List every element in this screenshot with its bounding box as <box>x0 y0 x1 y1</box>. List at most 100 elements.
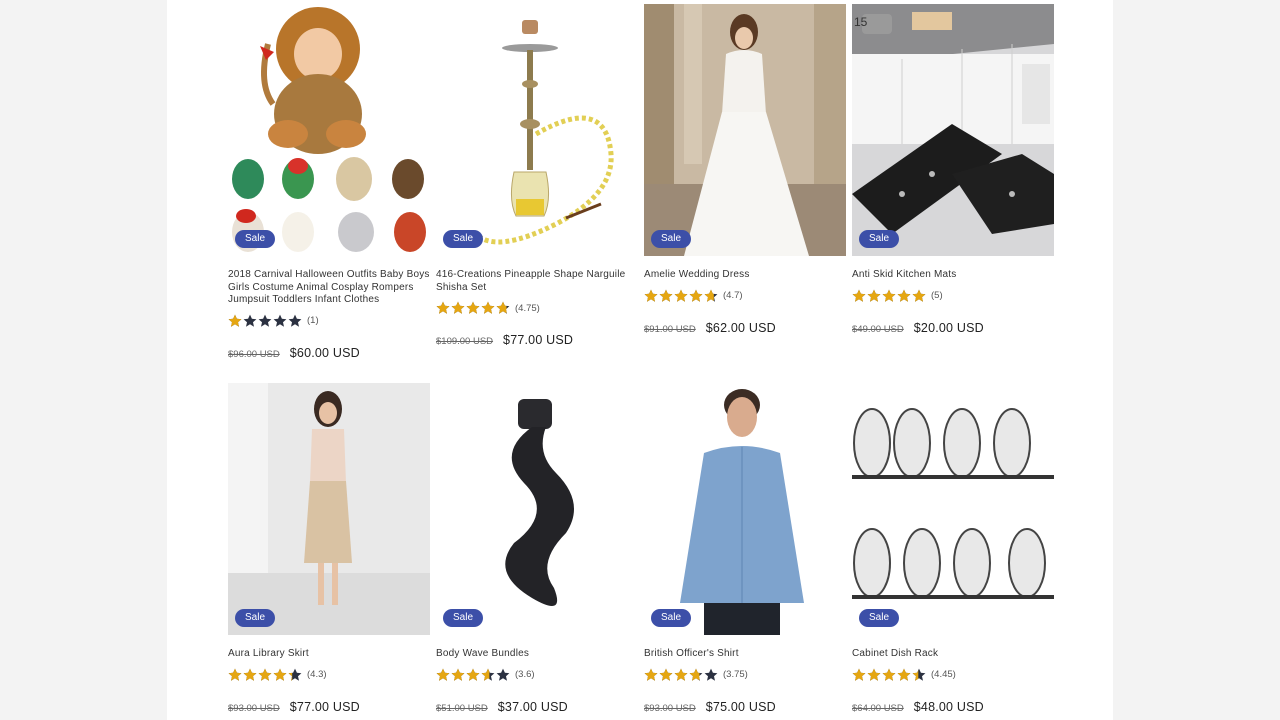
compare-at-price: $51.00 USD <box>436 702 488 714</box>
sale-badge: Sale <box>443 609 484 627</box>
product-rating: (1) <box>228 312 430 330</box>
compare-at-price: $109.00 USD <box>436 336 494 347</box>
product-prices: $49.00 USD $20.00 USD <box>852 321 1054 335</box>
star-icon <box>451 301 465 314</box>
hair-bundle-image <box>436 383 638 635</box>
star-icon <box>912 668 926 681</box>
star-icon <box>659 668 673 681</box>
rating-count: (4.3) <box>307 669 327 680</box>
star-icon <box>852 668 866 681</box>
product-rating: (4.75) <box>436 299 638 317</box>
star-icon <box>451 668 465 681</box>
star-icon <box>228 314 242 327</box>
product-card[interactable]: Sale Amelie Wedding Dress (4.7) $91.00 U… <box>644 4 846 383</box>
page-container: Sale 2018 Carnival Halloween Outfits Bab… <box>167 0 1113 720</box>
product-title[interactable]: Amelie Wedding Dress <box>644 269 846 282</box>
product-title[interactable]: British Officer's Shirt <box>644 648 846 661</box>
sale-badge: Sale <box>651 609 692 627</box>
product-image[interactable]: Sale <box>644 4 846 256</box>
rating-stars <box>644 668 719 682</box>
sale-price: $48.00 USD <box>913 699 984 714</box>
star-icon <box>496 301 510 314</box>
star-icon <box>852 289 866 302</box>
star-icon <box>689 668 703 681</box>
star-icon <box>644 668 658 681</box>
star-icon <box>288 668 302 681</box>
product-image[interactable]: Sale <box>436 383 638 635</box>
product-title[interactable]: Aura Library Skirt <box>228 648 430 661</box>
star-icon <box>689 289 703 302</box>
product-card[interactable]: Sale Aura Library Skirt (4.3) $93.00 USD… <box>228 383 430 714</box>
star-icon <box>228 668 242 681</box>
rating-stars <box>228 314 303 328</box>
rating-stars <box>852 289 927 303</box>
star-icon <box>466 301 480 314</box>
product-image[interactable]: Sale <box>436 4 638 256</box>
product-card[interactable]: Sale 2018 Carnival Halloween Outfits Bab… <box>228 4 430 383</box>
rating-count: (3.6) <box>515 669 535 680</box>
rating-count: (4.75) <box>515 302 540 314</box>
star-icon <box>659 289 673 302</box>
product-title[interactable]: 416-Creations Pineapple Shape Narguile S… <box>436 269 638 294</box>
product-image[interactable]: Sale <box>852 383 1054 635</box>
star-icon <box>897 289 911 302</box>
star-icon <box>273 668 287 681</box>
sale-badge: Sale <box>235 230 276 248</box>
star-icon <box>704 289 718 302</box>
star-icon <box>436 668 450 681</box>
product-rating: (4.3) <box>228 666 430 684</box>
product-card[interactable]: Sale Body Wave Bundles (3.6) $51.00 USD … <box>436 383 638 714</box>
sale-badge: Sale <box>651 230 692 248</box>
product-prices: $96.00 USD $60.00 USD <box>228 346 430 360</box>
product-image[interactable]: 15 Sale <box>852 4 1054 256</box>
sale-badge: Sale <box>859 609 900 627</box>
star-icon <box>466 668 480 681</box>
product-image[interactable]: Sale <box>228 383 430 635</box>
star-icon <box>867 289 881 302</box>
star-icon <box>288 314 302 327</box>
star-icon <box>674 668 688 681</box>
star-icon <box>243 314 257 327</box>
rating-stars <box>852 668 927 682</box>
rating-count: (5) <box>931 290 943 301</box>
product-prices: $93.00 USD $77.00 USD <box>228 700 430 714</box>
product-prices: $109.00 USD $77.00 USD <box>436 333 638 347</box>
compare-at-price: $93.00 USD <box>228 702 280 714</box>
kitchen-mats-image: 15 <box>852 4 1054 256</box>
star-icon <box>496 668 510 681</box>
product-prices: $64.00 USD $48.00 USD <box>852 700 1054 714</box>
product-card[interactable]: 15 Sale Anti Skid Kitchen Mats (5) $49.0… <box>852 4 1054 383</box>
dish-rack-image <box>852 383 1054 635</box>
rating-count: (4.7) <box>723 290 743 301</box>
rating-stars <box>644 289 719 303</box>
product-rating: (4.45) <box>852 666 1054 684</box>
star-icon <box>867 668 881 681</box>
star-icon <box>258 314 272 327</box>
star-icon <box>704 668 718 681</box>
product-prices: $91.00 USD $62.00 USD <box>644 321 846 335</box>
product-card[interactable]: Sale 416-Creations Pineapple Shape Nargu… <box>436 4 638 383</box>
product-title[interactable]: 2018 Carnival Halloween Outfits Baby Boy… <box>228 269 430 307</box>
compare-at-price: $64.00 USD <box>852 702 904 714</box>
product-title[interactable]: Body Wave Bundles <box>436 648 638 661</box>
sale-price: $37.00 USD <box>497 699 568 714</box>
sale-price: $75.00 USD <box>705 699 776 714</box>
rating-count: (1) <box>307 315 319 326</box>
product-card[interactable]: Sale British Officer's Shirt (3.75) $93.… <box>644 383 846 714</box>
product-image[interactable]: Sale <box>644 383 846 635</box>
product-card[interactable]: Sale Cabinet Dish Rack (4.45) $64.00 USD… <box>852 383 1054 714</box>
product-rating: (4.7) <box>644 287 846 305</box>
star-icon <box>882 668 896 681</box>
sale-badge: Sale <box>859 230 900 248</box>
product-title[interactable]: Anti Skid Kitchen Mats <box>852 269 1054 282</box>
compare-at-price: $91.00 USD <box>644 323 696 335</box>
product-image[interactable]: Sale <box>228 4 430 256</box>
star-icon <box>897 668 911 681</box>
star-icon <box>258 668 272 681</box>
blue-shirt-image <box>644 383 846 635</box>
svg-text:15: 15 <box>854 15 868 29</box>
star-icon <box>273 314 287 327</box>
rating-stars <box>436 301 511 315</box>
sale-badge: Sale <box>235 609 276 627</box>
product-title[interactable]: Cabinet Dish Rack <box>852 648 1054 661</box>
